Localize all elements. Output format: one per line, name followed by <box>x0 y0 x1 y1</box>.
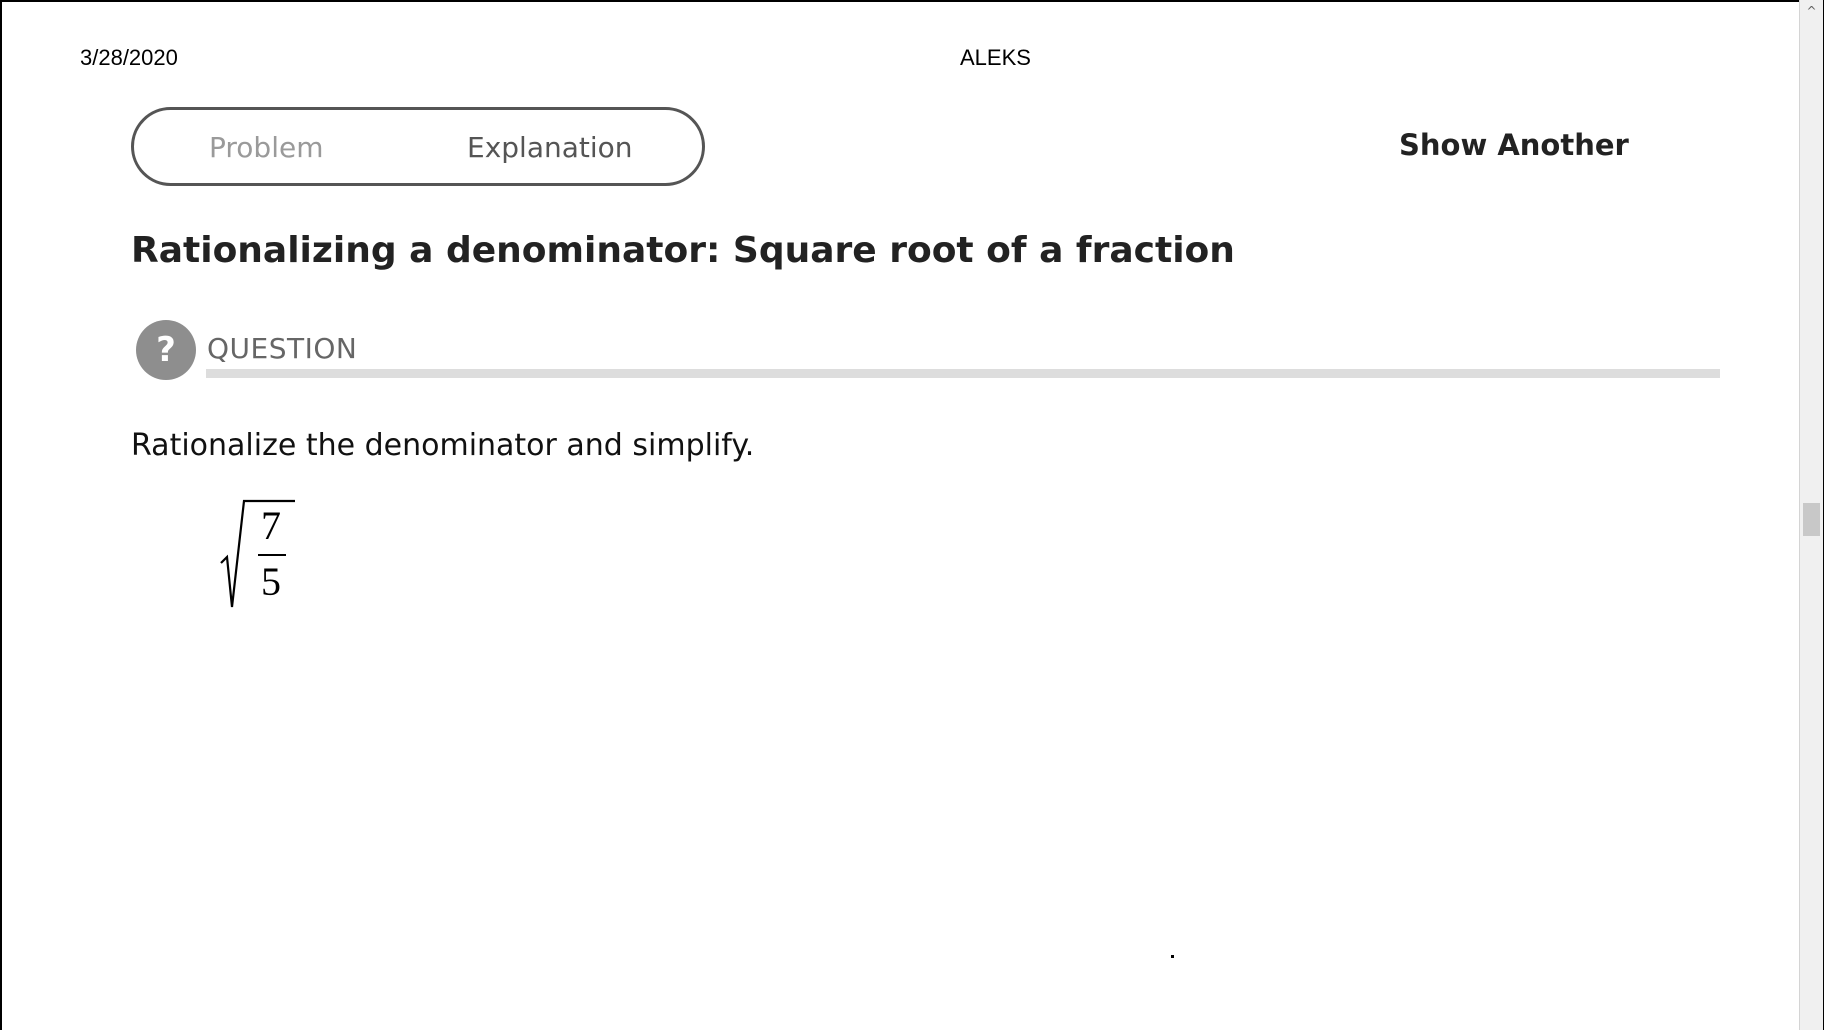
numerator: 7 <box>261 503 281 548</box>
question-section-label: QUESTION <box>207 332 358 365</box>
question-icon: ? <box>136 320 196 380</box>
vertical-scrollbar[interactable]: ^ <box>1799 0 1823 1030</box>
scrollbar-thumb[interactable] <box>1803 503 1820 536</box>
sqrt-fraction-expression: 7 5 <box>220 499 295 608</box>
print-date: 3/28/2020 <box>80 45 178 70</box>
question-prompt: Rationalize the denominator and simplify… <box>131 428 755 463</box>
tab-explanation[interactable]: Explanation <box>467 131 633 164</box>
print-header-title: ALEKS <box>960 45 1031 70</box>
question-divider <box>206 369 1720 378</box>
problem-explanation-toggle: Problem Explanation <box>131 107 705 186</box>
page-title: Rationalizing a denominator: Square root… <box>131 230 1235 271</box>
stray-dot <box>1171 955 1174 958</box>
denominator: 5 <box>261 559 281 604</box>
tab-problem[interactable]: Problem <box>209 131 323 164</box>
scroll-up-arrow-icon[interactable]: ^ <box>1800 0 1823 22</box>
show-another-button[interactable]: Show Another <box>1399 128 1629 162</box>
